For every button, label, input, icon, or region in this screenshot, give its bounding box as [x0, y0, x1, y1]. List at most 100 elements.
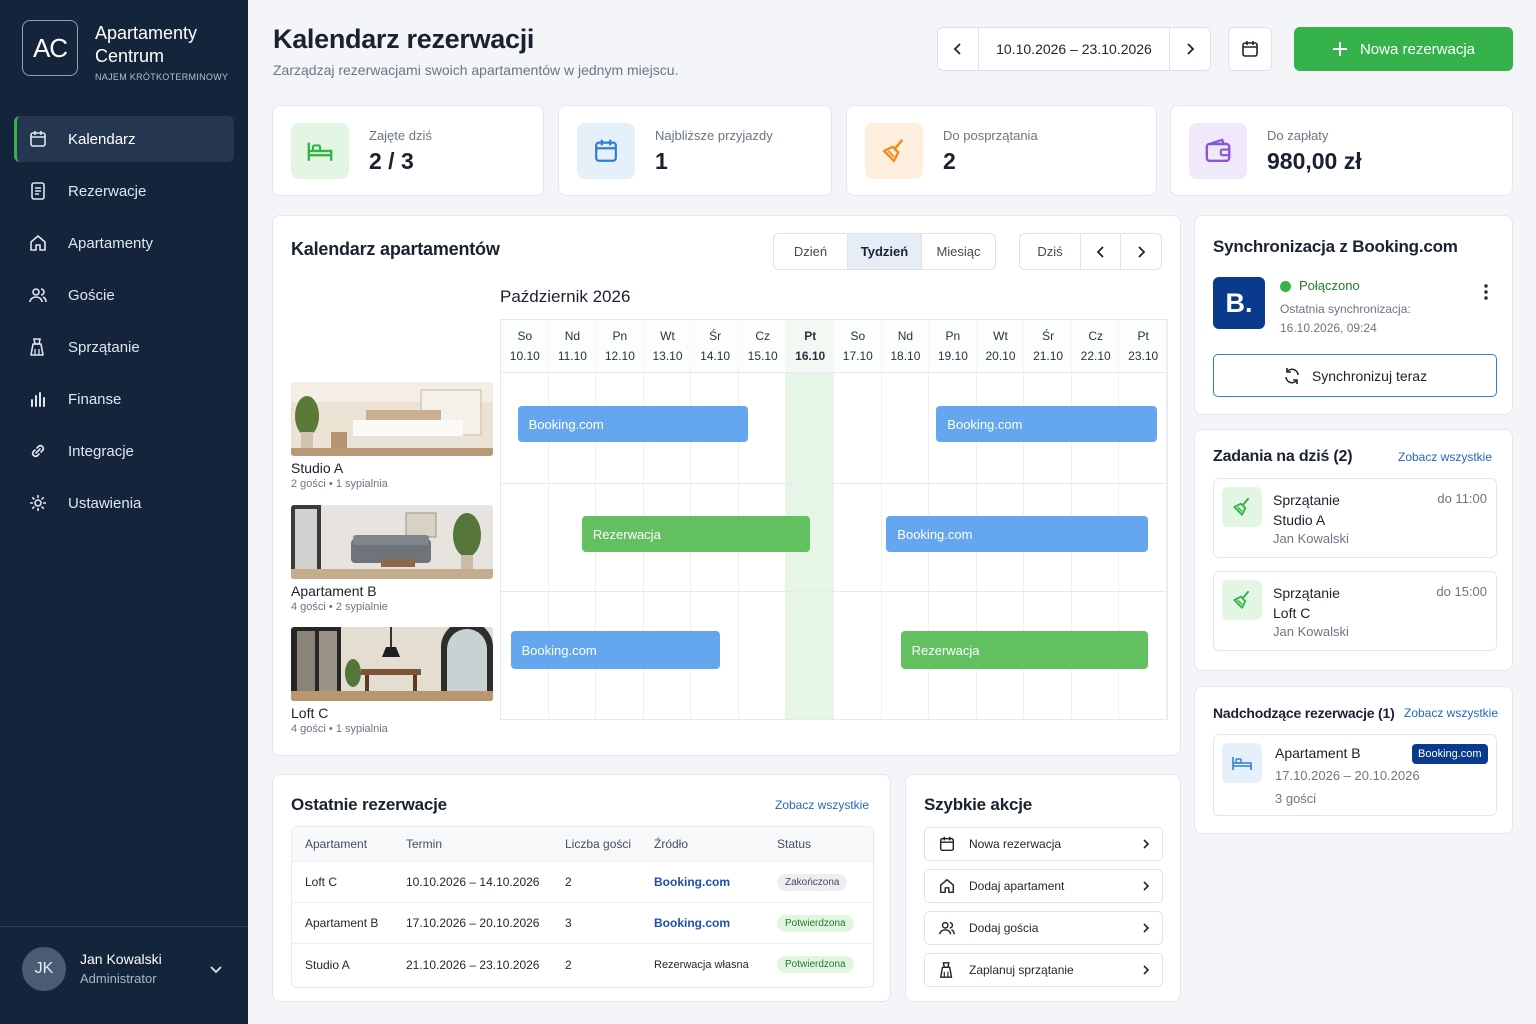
table-header: Apartament Termin Liczba gości Źródło Status	[292, 827, 873, 862]
user-menu[interactable]: JK Jan Kowalski Administrator	[0, 926, 248, 1024]
upcoming-guests: 3 gości	[1275, 791, 1317, 806]
booking-bar[interactable]: Booking.com	[936, 406, 1158, 442]
user-role: Administrator	[80, 971, 157, 986]
apartment-row-label[interactable]: Studio A 2 gości • 1 sypialnia	[291, 382, 493, 490]
quick-action-0[interactable]: Nowa rezerwacja	[924, 827, 1163, 861]
stat-label: Do posprzątania	[943, 128, 1038, 143]
task-item[interactable]: Sprzątanie Studio A Jan Kowalski do 11:00	[1213, 478, 1497, 558]
sidebar-item-1[interactable]: Rezerwacje	[14, 168, 234, 214]
booking-bar[interactable]: Booking.com	[510, 631, 720, 669]
day-date: 21.10	[1033, 349, 1064, 363]
plus-icon	[1332, 42, 1347, 56]
table-row[interactable]: Studio A 21.10.2026 – 23.10.2026 2 Rezerwac…	[292, 944, 873, 985]
booking-bar[interactable]: Booking.com	[886, 516, 1148, 552]
upcoming-item[interactable]: Apartament B 17.10.2026 – 20.10.2026 3 g…	[1213, 734, 1497, 816]
task-person: Jan Kowalski	[1273, 531, 1349, 546]
cell-status: Potwierdzona	[777, 903, 854, 943]
calendar-next-button[interactable]	[1121, 234, 1161, 269]
booking-badge: Booking.com	[1412, 744, 1488, 764]
bed-icon	[1222, 743, 1262, 783]
apartment-name: Loft C	[291, 705, 329, 721]
quick-action-icon	[925, 835, 969, 853]
gear-icon	[30, 495, 46, 511]
sidebar-item-5[interactable]: Finanse	[14, 376, 234, 422]
calendar-icon	[939, 836, 955, 852]
apartment-row-label[interactable]: Loft C 4 gości • 1 sypialnia	[291, 627, 493, 735]
day-column	[834, 320, 882, 719]
user-name: Jan Kowalski	[80, 951, 162, 967]
quick-action-1[interactable]: Dodaj apartament	[924, 869, 1163, 903]
home-icon	[30, 235, 46, 251]
chevron-down-icon[interactable]	[208, 961, 224, 977]
brand-tagline: NAJEM KRÓTKOTERMINOWY	[95, 72, 229, 82]
sidebar-item-3[interactable]: Goście	[14, 272, 234, 318]
document-icon	[31, 182, 45, 200]
upcoming-card: Nadchodzące rezerwacje (1) Zobacz wszyst…	[1194, 686, 1513, 834]
chevron-right-icon	[1140, 880, 1152, 892]
view-tab-2[interactable]: Miesiąc	[921, 234, 995, 269]
column-header: Status	[777, 837, 812, 851]
sync-card: Synchronizacja z Booking.com B. Połączon…	[1194, 215, 1513, 415]
booking-bar[interactable]: Booking.com	[517, 406, 749, 442]
sidebar-item-7[interactable]: Ustawienia	[14, 480, 234, 526]
quick-action-label: Nowa rezerwacja	[969, 837, 1062, 851]
stat-icon	[1189, 123, 1247, 179]
day-date: 20.10	[985, 349, 1016, 363]
sidebar-item-label: Apartamenty	[68, 234, 154, 252]
source-label[interactable]: Booking.com	[654, 875, 730, 889]
booking-bar[interactable]: Rezerwacja	[900, 631, 1148, 669]
brand-name: Apartamenty Centrum	[95, 23, 198, 66]
status-badge: Zakończona	[777, 873, 848, 891]
stat-icon	[865, 123, 923, 179]
next-range-button[interactable]	[1170, 28, 1210, 70]
recent-see-all-link[interactable]: Zobacz wszystkie	[775, 798, 869, 812]
day-name: Wt	[993, 329, 1008, 343]
sidebar-item-2[interactable]: Apartamenty	[14, 220, 234, 266]
sidebar-item-label: Kalendarz	[68, 130, 136, 148]
sidebar-item-4[interactable]: Sprzątanie	[14, 324, 234, 370]
today-button[interactable]: Dziś	[1020, 234, 1081, 269]
day-date: 12.10	[604, 349, 635, 363]
day-name: Pt	[804, 329, 817, 343]
cell-apartment: Studio A	[305, 957, 350, 972]
upcoming-see-all-link[interactable]: Zobacz wszystkie	[1404, 706, 1498, 720]
link-icon	[31, 444, 45, 458]
calendar-picker-button[interactable]	[1228, 27, 1272, 71]
apartment-row-label[interactable]: Apartament B 4 gości • 2 sypialnie	[291, 505, 493, 613]
tasks-see-all-link[interactable]: Zobacz wszystkie	[1398, 450, 1492, 464]
users-icon	[29, 288, 47, 303]
day-name: Śr	[709, 329, 722, 343]
task-item[interactable]: Sprzątanie Loft C Jan Kowalski do 15:00	[1213, 571, 1497, 651]
stat-label: Najbliższe przyjazdy	[655, 128, 773, 143]
sync-last-time: 16.10.2026, 09:24	[1280, 321, 1377, 335]
chevron-right-icon	[1140, 838, 1152, 850]
quick-action-label: Zaplanuj sprzątanie	[969, 963, 1074, 977]
sidebar-item-label: Finanse	[68, 390, 122, 408]
prev-range-button[interactable]	[938, 28, 978, 70]
task-title: Sprzątanie Loft C	[1273, 583, 1340, 623]
quick-action-2[interactable]: Dodaj gościa	[924, 911, 1163, 945]
sync-now-button[interactable]: Synchronizuj teraz	[1213, 354, 1497, 397]
broom-icon	[883, 138, 904, 162]
calendar-prev-button[interactable]	[1081, 234, 1121, 269]
upcoming-title: Nadchodzące rezerwacje (1)	[1213, 705, 1395, 721]
more-vertical-icon[interactable]	[1478, 282, 1494, 302]
view-tab-0[interactable]: Dzień	[774, 234, 847, 269]
new-reservation-button[interactable]: Nowa rezerwacja	[1294, 27, 1513, 71]
status-badge: Potwierdzona	[777, 956, 854, 973]
sidebar-nav: Kalendarz Rezerwacje Apartamenty Goście Sprz…	[14, 116, 234, 532]
view-tab-1[interactable]: Tydzień	[847, 234, 921, 269]
source-label[interactable]: Booking.com	[654, 916, 730, 930]
sidebar-item-6[interactable]: Integracje	[14, 428, 234, 474]
quick-action-3[interactable]: Zaplanuj sprzątanie	[924, 953, 1163, 987]
column-header: Termin	[406, 837, 443, 851]
table-row[interactable]: Apartament B 17.10.2026 – 20.10.2026 3 Book…	[292, 903, 873, 944]
date-range-label[interactable]: 10.10.2026 – 23.10.2026	[978, 28, 1170, 70]
wallet-icon	[1205, 138, 1231, 162]
stat-icon	[291, 123, 349, 179]
page-title: Kalendarz rezerwacji	[273, 24, 535, 54]
sync-now-label: Synchronizuj teraz	[1311, 367, 1428, 384]
sidebar-item-0[interactable]: Kalendarz	[14, 116, 234, 162]
booking-bar[interactable]: Rezerwacja	[581, 516, 811, 552]
table-row[interactable]: Loft C 10.10.2026 – 14.10.2026 2 Booking.co…	[292, 862, 873, 903]
